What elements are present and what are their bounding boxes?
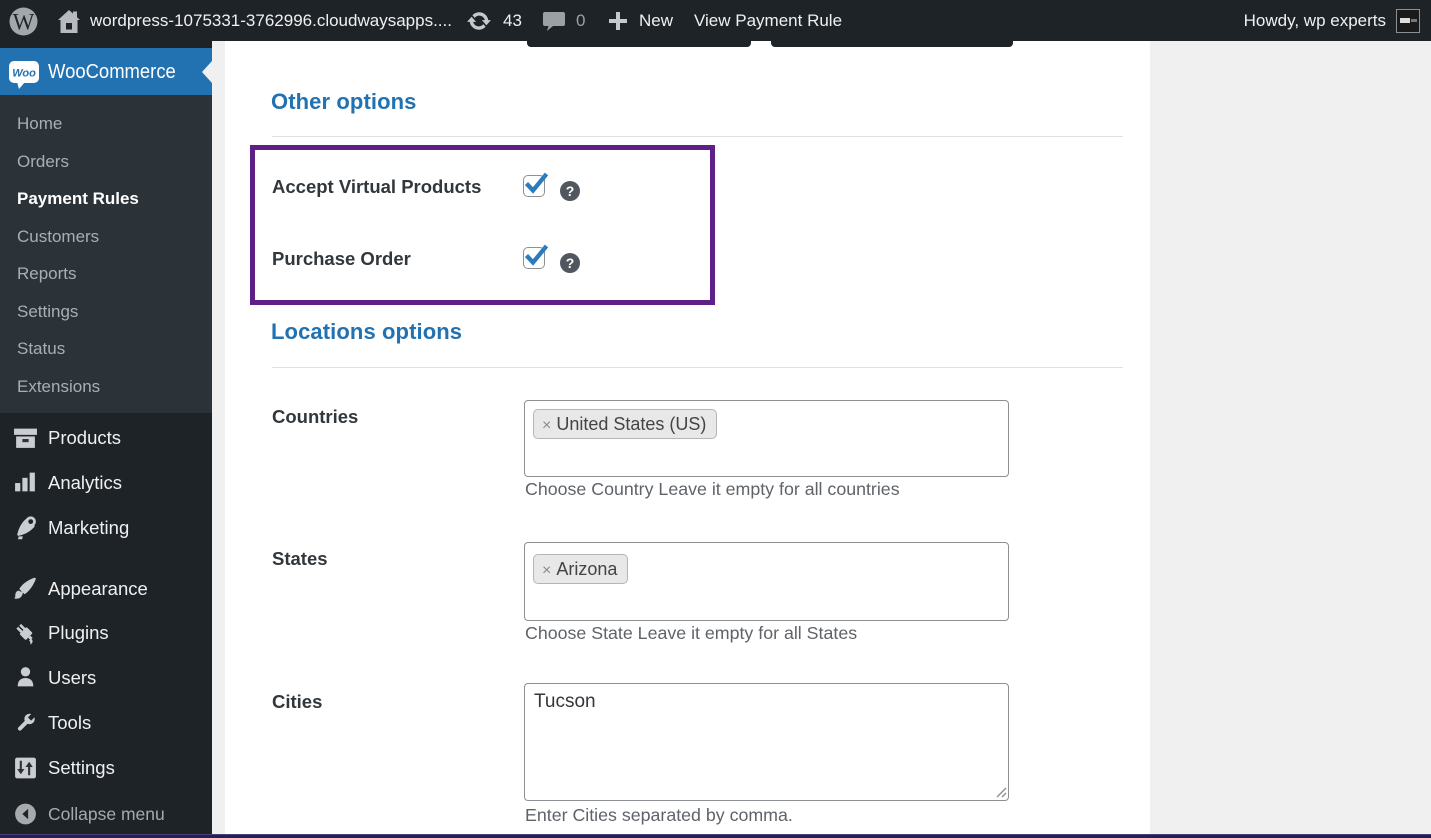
svg-text:W: W xyxy=(13,10,35,35)
svg-text:Woo: Woo xyxy=(12,68,36,80)
